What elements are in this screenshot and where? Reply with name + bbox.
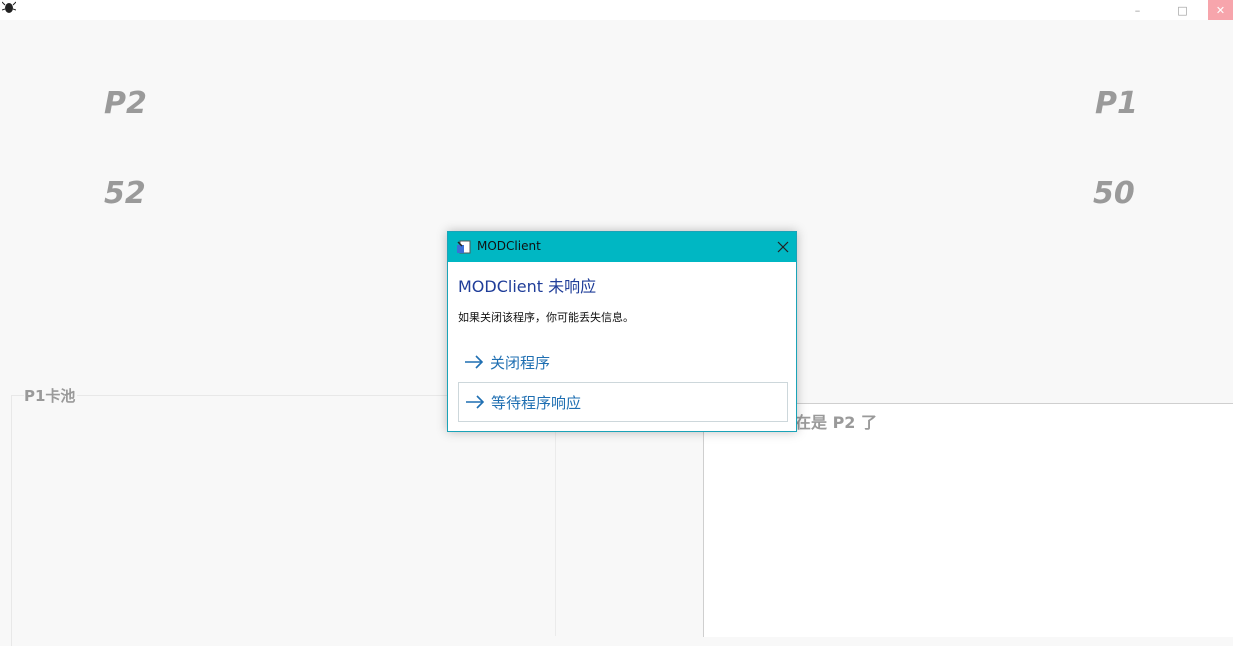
p1-name-label: P1 <box>1095 86 1138 121</box>
card-pool-divider <box>555 396 556 636</box>
maximize-icon: □ <box>1177 3 1188 17</box>
game-log-panel <box>703 403 1233 637</box>
arrow-right-icon <box>466 395 485 409</box>
arrow-right-icon <box>465 355 484 369</box>
game-log-text: 在是 P2 了 <box>795 413 878 432</box>
p1-score: 50 <box>1093 176 1135 211</box>
card-pool-title: P1卡池 <box>24 385 78 406</box>
close-icon: ✕ <box>1215 3 1226 17</box>
wait-response-option[interactable]: 等待程序响应 <box>458 382 788 422</box>
app-icon <box>457 240 471 254</box>
dialog-message: 如果关闭该程序，你可能丢失信息。 <box>458 311 634 324</box>
dialog-heading: MODClient 未响应 <box>458 277 597 296</box>
minimize-button[interactable]: – <box>1125 0 1150 20</box>
maximize-button[interactable]: □ <box>1170 0 1195 20</box>
beetle-app-icon <box>2 1 16 13</box>
close-program-label: 关闭程序 <box>490 353 551 372</box>
dialog-close-icon[interactable] <box>774 238 792 256</box>
dialog-titlebar: MODClient <box>448 232 796 262</box>
minimize-icon: – <box>1134 3 1141 17</box>
wait-response-label: 等待程序响应 <box>491 393 582 412</box>
dialog-title: MODClient <box>477 239 541 253</box>
p2-name-label: P2 <box>104 86 147 121</box>
not-responding-dialog: MODClient MODClient 未响应 如果关闭该程序，你可能丢失信息。… <box>447 231 797 432</box>
close-window-button[interactable]: ✕ <box>1208 0 1233 20</box>
close-program-option[interactable]: 关闭程序 <box>458 342 788 382</box>
p1-card-pool <box>11 395 698 646</box>
window-titlebar: – □ ✕ <box>0 0 1233 20</box>
p2-score: 52 <box>104 176 146 211</box>
